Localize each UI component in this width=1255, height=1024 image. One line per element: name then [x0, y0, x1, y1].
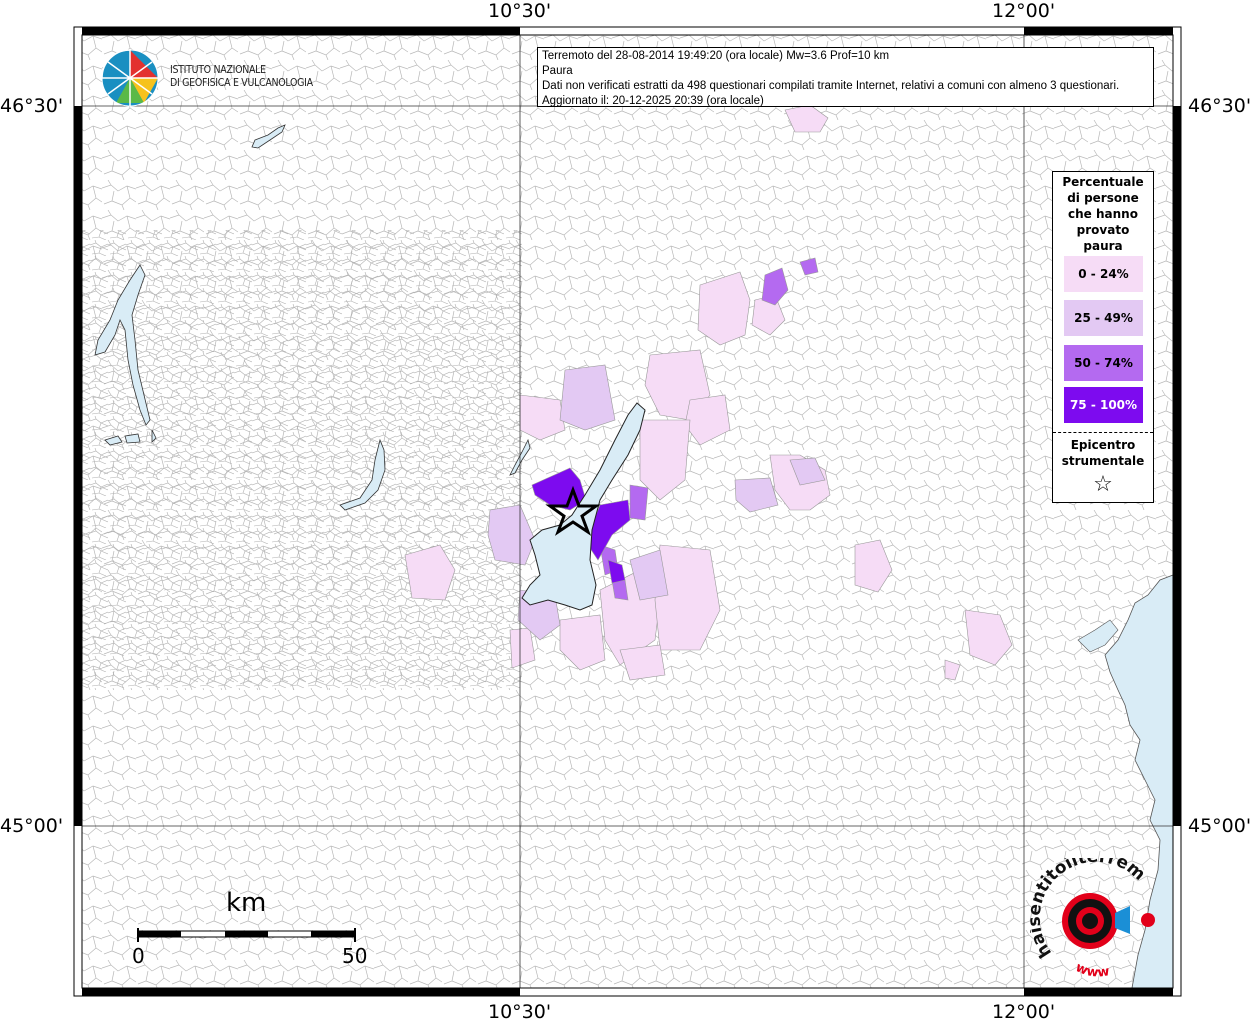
legend-title-line: di persone	[1067, 191, 1139, 205]
lon-label-top-2: 12°00'	[992, 0, 1056, 22]
globe-icon	[101, 49, 159, 107]
lat-label-left-1: 46°30'	[0, 95, 64, 117]
lat-label-right-1: 46°30'	[1188, 95, 1252, 117]
legend-title-line: Percentuale	[1062, 175, 1144, 189]
legend-swatch-0-24: 0 - 24%	[1064, 256, 1143, 292]
data-disclaimer: Dati non verificati estratti da 498 ques…	[542, 80, 1120, 92]
update-timestamp: Aggiornato il: 20-12-2025 20:39 (ora loc…	[542, 95, 764, 107]
legend-title-line: provato	[1076, 223, 1130, 237]
lon-label-bottom-2: 12°00'	[992, 1001, 1056, 1023]
legend-title: Percentuale di persone che hanno provato…	[1053, 174, 1153, 254]
legend-epicenter-line: strumentale	[1061, 454, 1145, 468]
megaphone-icon	[1115, 906, 1130, 934]
legend-epicenter-line: Epicentro	[1070, 438, 1136, 452]
lon-label-bottom-1: 10°30'	[488, 1001, 552, 1023]
event-title: Terremoto del 28-08-2014 19:49:20 (ora l…	[542, 50, 890, 62]
lat-label-right-2: 45°00'	[1188, 815, 1252, 837]
legend-title-line: paura	[1083, 239, 1123, 253]
event-info-box: Terremoto del 28-08-2014 19:49:20 (ora l…	[537, 47, 1154, 107]
legend-title-line: che hanno	[1068, 207, 1138, 221]
lat-label-left-2: 45°00'	[0, 815, 64, 837]
ingv-name: ISTITUTO NAZIONALE DI GEOFISICA E VULCAN…	[170, 64, 313, 90]
star-icon: ☆	[1093, 472, 1113, 497]
map-parameter: Paura	[542, 65, 573, 77]
scale-min: 0	[132, 944, 145, 968]
legend-epicenter-label: Epicentro strumentale	[1053, 437, 1153, 469]
scale-unit: km	[226, 888, 267, 918]
haisentito-logo: haisentitoilterremoto.it www	[1024, 843, 1170, 981]
lon-label-top-1: 10°30'	[488, 0, 552, 22]
haisentito-www: www	[1073, 960, 1110, 978]
legend-swatch-75-100: 75 - 100%	[1064, 387, 1143, 423]
ingv-name-line1: ISTITUTO NAZIONALE	[170, 64, 266, 76]
scale-max: 50	[342, 944, 368, 968]
legend-divider	[1053, 432, 1153, 433]
legend: Percentuale di persone che hanno provato…	[1052, 171, 1154, 503]
ingv-name-line2: DI GEOFISICA E VULCANOLOGIA	[170, 77, 313, 89]
legend-swatch-50-74: 50 - 74%	[1064, 345, 1143, 381]
legend-swatch-25-49: 25 - 49%	[1064, 300, 1143, 336]
